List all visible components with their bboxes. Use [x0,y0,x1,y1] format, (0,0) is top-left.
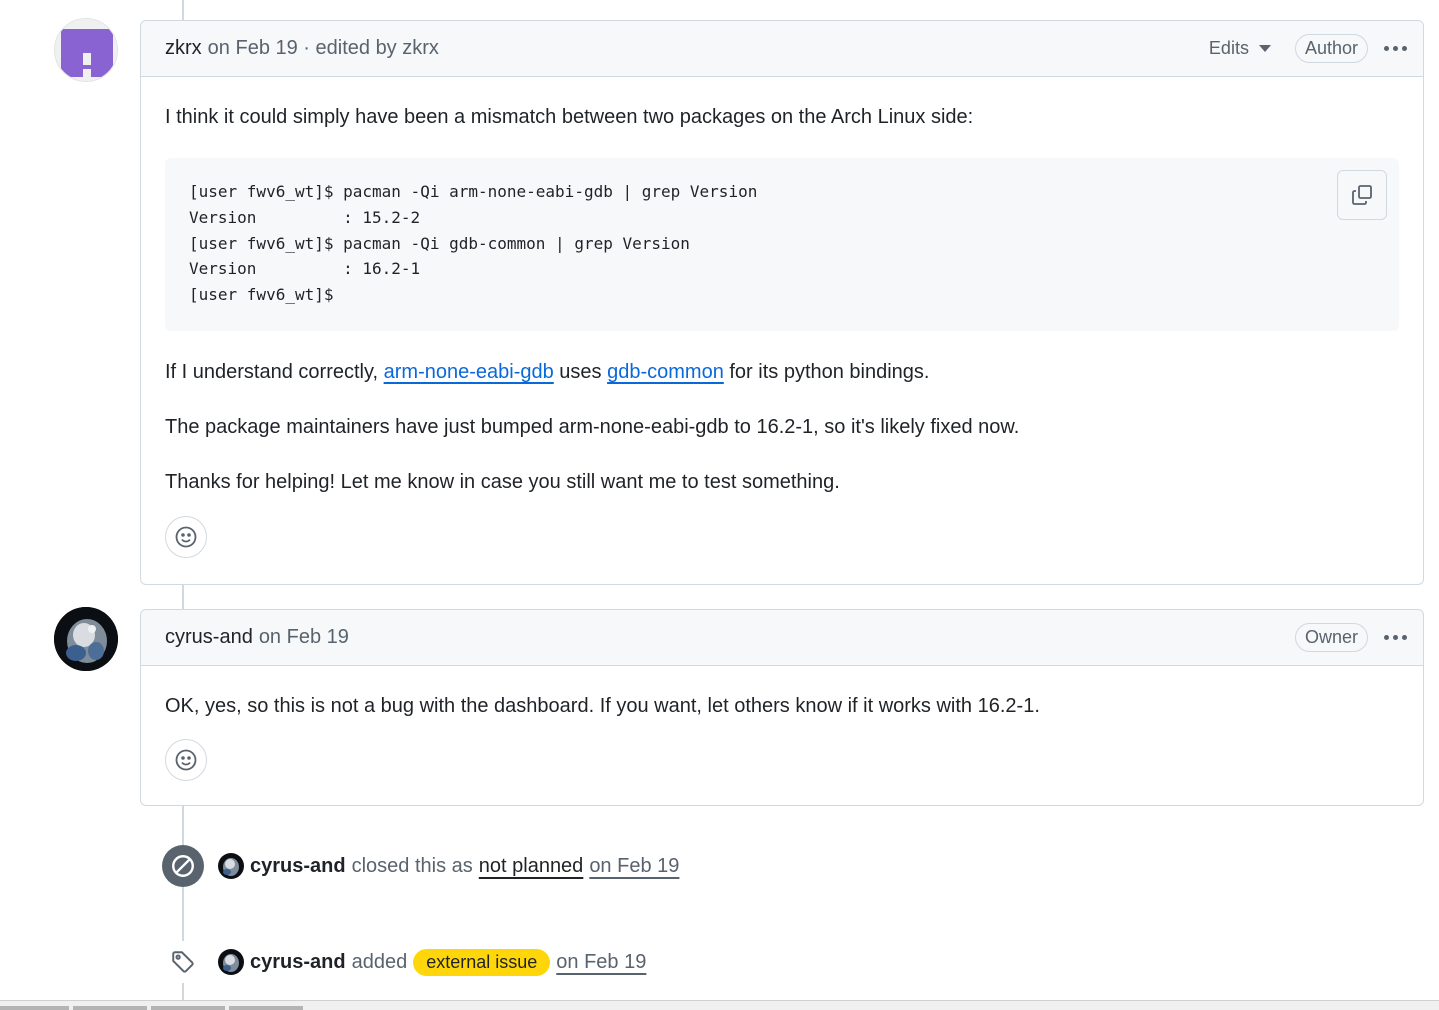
close-reason-link[interactable]: not planned [479,855,584,878]
smiley-icon [175,526,197,548]
arm-none-eabi-gdb-link[interactable]: arm-none-eabi-gdb [384,361,554,383]
comment-paragraph: Thanks for helping! Let me know in case … [165,470,840,493]
event-action: closed this as [351,854,473,877]
comment-body: I think it could simply have been a mism… [141,77,1423,582]
avatar-cyrus-and[interactable] [54,607,118,671]
avatar-zkrx[interactable] [54,18,118,82]
scrollbar-segment[interactable] [151,1006,225,1010]
timeline-event-labeled: cyrus-and added external issue on Feb 19 [162,941,646,983]
add-reaction-button[interactable] [165,515,207,558]
add-reaction-button[interactable] [165,739,207,781]
owner-badge: Owner [1294,623,1368,652]
avatar[interactable] [218,949,244,975]
event-actor[interactable]: cyrus-and [250,855,346,878]
kebab-menu-icon[interactable] [1384,40,1407,57]
comment-header: cyrus-and on Feb 19 Owner [141,610,1423,666]
horizontal-scrollbar[interactable] [0,1000,1439,1010]
event-date-link[interactable]: on Feb 19 [556,951,646,974]
kebab-menu-icon[interactable] [1384,629,1407,646]
comment-header: zkrx on Feb 19 · edited by zkrx Edits Au… [141,21,1423,77]
comment-body: OK, yes, so this is not a bug with the d… [141,666,1423,805]
timeline-line [182,0,184,20]
timeline-line [182,585,184,609]
comment-cyrus-and: cyrus-and on Feb 19 Owner OK, yes, so th… [140,609,1424,806]
comment-author[interactable]: cyrus-and [165,626,253,649]
scrollbar-segment[interactable] [0,1006,69,1010]
comment-paragraph: If I understand correctly, arm-none-eabi… [165,360,930,383]
event-action: added [351,950,408,973]
author-badge: Author [1294,34,1368,63]
scrollbar-segment[interactable] [73,1006,147,1010]
caret-down-icon [1258,45,1271,52]
edits-label: Edits [1208,38,1249,58]
gdb-common-link[interactable]: gdb-common [607,361,724,383]
scrollbar-segment[interactable] [229,1006,303,1010]
smiley-icon [175,749,197,771]
comment-paragraph: OK, yes, so this is not a bug with the d… [165,695,1040,717]
label-badge[interactable]: external issue [413,948,551,976]
avatar[interactable] [218,853,244,879]
edits-dropdown-button[interactable]: Edits [1209,38,1271,59]
code-content: [user fwv6_wt]$ pacman -Qi arm-none-eabi… [189,182,758,305]
code-block: [user fwv6_wt]$ pacman -Qi arm-none-eabi… [165,158,1399,331]
comment-meta[interactable]: on Feb 19 · edited by zkrx [208,37,439,60]
event-date-link[interactable]: on Feb 19 [589,855,679,878]
copy-icon [1352,185,1372,205]
copy-button[interactable] [1337,170,1387,220]
timeline-event-closed: cyrus-and closed this as not planned on … [162,845,679,887]
comment-meta[interactable]: on Feb 19 [259,626,349,649]
comment-paragraph: I think it could simply have been a mism… [165,106,974,128]
comment-zkrx: zkrx on Feb 19 · edited by zkrx Edits Au… [140,20,1424,585]
comment-paragraph: The package maintainers have just bumped… [165,415,1020,438]
skip-icon [162,845,204,887]
event-actor[interactable]: cyrus-and [250,951,346,974]
comment-author[interactable]: zkrx [165,37,202,60]
tag-icon [162,941,204,983]
